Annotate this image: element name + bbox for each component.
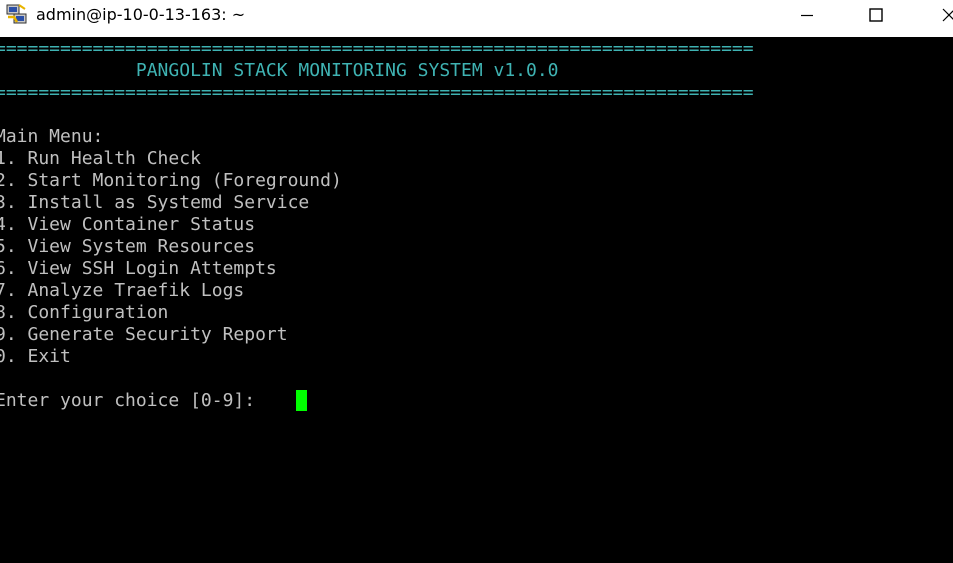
close-icon bbox=[942, 8, 953, 22]
menu-item: 1. Run Health Check bbox=[0, 148, 201, 169]
separator-top: ========================================… bbox=[0, 38, 754, 59]
menu-item: 2. Start Monitoring (Foreground) bbox=[0, 170, 342, 191]
menu-item: 7. Analyze Traefik Logs bbox=[0, 280, 245, 301]
menu-item: 4. View Container Status bbox=[0, 214, 256, 235]
putty-terminal-icon[interactable] bbox=[5, 3, 29, 27]
title-bar[interactable]: admin@ip-10-0-13-163: ~ bbox=[0, 0, 953, 37]
minimize-icon bbox=[801, 14, 813, 17]
menu-item: 0. Exit bbox=[0, 346, 71, 367]
maximize-icon bbox=[869, 8, 883, 22]
menu-item: 5. View System Resources bbox=[0, 236, 256, 257]
text-cursor[interactable] bbox=[296, 390, 307, 411]
menu-item: 9. Generate Security Report bbox=[0, 324, 288, 345]
menu-item: 6. View SSH Login Attempts bbox=[0, 258, 277, 279]
close-button[interactable] bbox=[926, 0, 953, 30]
minimize-button[interactable] bbox=[784, 0, 830, 30]
terminal-area[interactable]: ========================================… bbox=[0, 37, 953, 563]
banner-title: PANGOLIN STACK MONITORING SYSTEM v1.0.0 bbox=[0, 60, 559, 81]
window-title: admin@ip-10-0-13-163: ~ bbox=[36, 5, 246, 24]
menu-item: 3. Install as Systemd Service bbox=[0, 192, 310, 213]
choice-prompt: Enter your choice [0-9]: bbox=[0, 390, 266, 411]
menu-header: Main Menu: bbox=[0, 126, 104, 147]
menu-item: 8. Configuration bbox=[0, 302, 169, 323]
separator-bottom: ========================================… bbox=[0, 82, 754, 103]
maximize-button[interactable] bbox=[853, 0, 899, 30]
